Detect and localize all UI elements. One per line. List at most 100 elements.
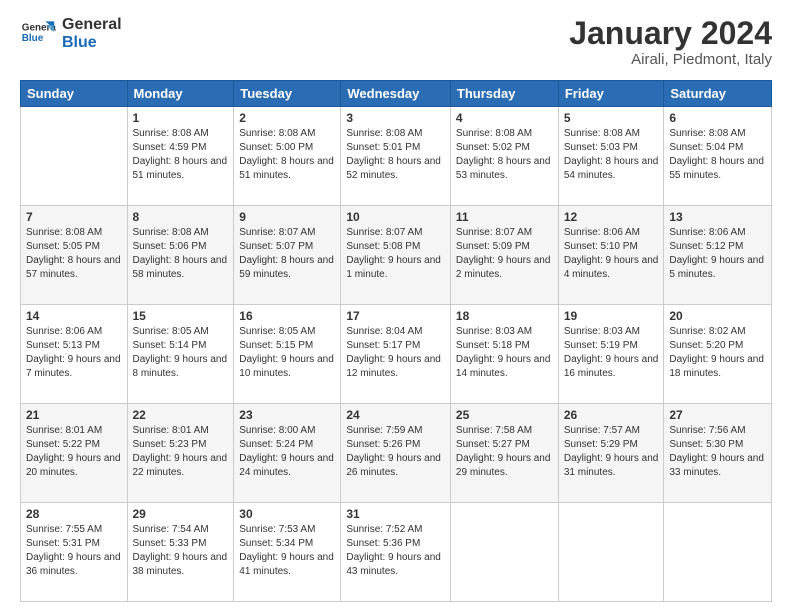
day-number: 31 xyxy=(346,507,445,521)
day-info: Sunrise: 8:08 AM Sunset: 5:05 PM Dayligh… xyxy=(26,226,122,282)
day-info: Sunrise: 8:05 AM Sunset: 5:15 PM Dayligh… xyxy=(239,325,335,381)
day-number: 12 xyxy=(564,210,659,224)
day-info: Sunrise: 7:55 AM Sunset: 5:31 PM Dayligh… xyxy=(26,523,122,579)
day-info: Sunrise: 8:08 AM Sunset: 5:06 PM Dayligh… xyxy=(133,226,229,282)
calendar-cell: 6 Sunrise: 8:08 AM Sunset: 5:04 PM Daylig… xyxy=(664,107,772,206)
day-number: 8 xyxy=(133,210,229,224)
day-info: Sunrise: 8:03 AM Sunset: 5:18 PM Dayligh… xyxy=(456,325,553,381)
calendar-cell: 28 Sunrise: 7:55 AM Sunset: 5:31 PM Dayli… xyxy=(21,503,128,602)
calendar-cell: 27 Sunrise: 7:56 AM Sunset: 5:30 PM Dayli… xyxy=(664,404,772,503)
day-number: 3 xyxy=(346,111,445,125)
calendar-cell: 4 Sunrise: 8:08 AM Sunset: 5:02 PM Daylig… xyxy=(450,107,558,206)
day-number: 10 xyxy=(346,210,445,224)
day-info: Sunrise: 8:01 AM Sunset: 5:22 PM Dayligh… xyxy=(26,424,122,480)
day-info: Sunrise: 8:01 AM Sunset: 5:23 PM Dayligh… xyxy=(133,424,229,480)
day-number: 29 xyxy=(133,507,229,521)
day-info: Sunrise: 8:00 AM Sunset: 5:24 PM Dayligh… xyxy=(239,424,335,480)
day-info: Sunrise: 8:08 AM Sunset: 5:03 PM Dayligh… xyxy=(564,127,659,183)
day-info: Sunrise: 8:06 AM Sunset: 5:12 PM Dayligh… xyxy=(669,226,766,282)
day-info: Sunrise: 7:53 AM Sunset: 5:34 PM Dayligh… xyxy=(239,523,335,579)
day-number: 19 xyxy=(564,309,659,323)
day-info: Sunrise: 8:08 AM Sunset: 5:04 PM Dayligh… xyxy=(669,127,766,183)
day-number: 20 xyxy=(669,309,766,323)
day-info: Sunrise: 8:06 AM Sunset: 5:13 PM Dayligh… xyxy=(26,325,122,381)
location-subtitle: Airali, Piedmont, Italy xyxy=(569,51,772,68)
calendar-cell: 26Sunrise: 7:57 AM Sunset: 5:29 PM Dayli… xyxy=(558,404,664,503)
day-info: Sunrise: 8:04 AM Sunset: 5:17 PM Dayligh… xyxy=(346,325,445,381)
calendar-week-5: 28 Sunrise: 7:55 AM Sunset: 5:31 PM Dayli… xyxy=(21,503,772,602)
day-info: Sunrise: 8:08 AM Sunset: 5:01 PM Dayligh… xyxy=(346,127,445,183)
day-info: Sunrise: 7:56 AM Sunset: 5:30 PM Dayligh… xyxy=(669,424,766,480)
day-info: Sunrise: 7:58 AM Sunset: 5:27 PM Dayligh… xyxy=(456,424,553,480)
day-info: Sunrise: 8:07 AM Sunset: 5:08 PM Dayligh… xyxy=(346,226,445,282)
day-info: Sunrise: 8:07 AM Sunset: 5:09 PM Dayligh… xyxy=(456,226,553,282)
day-info: Sunrise: 8:08 AM Sunset: 5:02 PM Dayligh… xyxy=(456,127,553,183)
day-number: 26 xyxy=(564,408,659,422)
day-number: 24 xyxy=(346,408,445,422)
day-info: Sunrise: 8:05 AM Sunset: 5:14 PM Dayligh… xyxy=(133,325,229,381)
day-number: 2 xyxy=(239,111,335,125)
day-number: 9 xyxy=(239,210,335,224)
calendar-cell: 30Sunrise: 7:53 AM Sunset: 5:34 PM Dayli… xyxy=(234,503,341,602)
calendar-cell: 7 Sunrise: 8:08 AM Sunset: 5:05 PM Daylig… xyxy=(21,206,128,305)
month-title: January 2024 xyxy=(569,16,772,51)
calendar-cell: 14Sunrise: 8:06 AM Sunset: 5:13 PM Dayli… xyxy=(21,305,128,404)
calendar-cell: 11 Sunrise: 8:07 AM Sunset: 5:09 PM Dayli… xyxy=(450,206,558,305)
logo-general-text: General xyxy=(62,16,122,34)
col-header-sunday: Sunday xyxy=(21,81,128,107)
day-number: 7 xyxy=(26,210,122,224)
calendar-cell: 12Sunrise: 8:06 AM Sunset: 5:10 PM Dayli… xyxy=(558,206,664,305)
calendar-cell xyxy=(664,503,772,602)
day-number: 18 xyxy=(456,309,553,323)
calendar-cell: 29Sunrise: 7:54 AM Sunset: 5:33 PM Dayli… xyxy=(127,503,234,602)
calendar-cell xyxy=(21,107,128,206)
calendar-table: SundayMondayTuesdayWednesdayThursdayFrid… xyxy=(20,80,772,602)
page: General Blue General Blue January 2024 A… xyxy=(0,0,792,612)
calendar-week-1: 1 Sunrise: 8:08 AM Sunset: 4:59 PM Daylig… xyxy=(21,107,772,206)
day-number: 25 xyxy=(456,408,553,422)
day-number: 4 xyxy=(456,111,553,125)
calendar-cell: 8 Sunrise: 8:08 AM Sunset: 5:06 PM Daylig… xyxy=(127,206,234,305)
day-number: 28 xyxy=(26,507,122,521)
col-header-monday: Monday xyxy=(127,81,234,107)
day-number: 27 xyxy=(669,408,766,422)
calendar-cell: 24 Sunrise: 7:59 AM Sunset: 5:26 PM Dayli… xyxy=(341,404,451,503)
calendar-cell: 2 Sunrise: 8:08 AM Sunset: 5:00 PM Daylig… xyxy=(234,107,341,206)
day-number: 15 xyxy=(133,309,229,323)
calendar-week-3: 14Sunrise: 8:06 AM Sunset: 5:13 PM Dayli… xyxy=(21,305,772,404)
day-number: 17 xyxy=(346,309,445,323)
col-header-tuesday: Tuesday xyxy=(234,81,341,107)
day-info: Sunrise: 8:07 AM Sunset: 5:07 PM Dayligh… xyxy=(239,226,335,282)
header: General Blue General Blue January 2024 A… xyxy=(20,16,772,68)
calendar-cell: 22 Sunrise: 8:01 AM Sunset: 5:23 PM Dayli… xyxy=(127,404,234,503)
day-number: 5 xyxy=(564,111,659,125)
day-number: 13 xyxy=(669,210,766,224)
day-info: Sunrise: 7:52 AM Sunset: 5:36 PM Dayligh… xyxy=(346,523,445,579)
calendar-cell: 21 Sunrise: 8:01 AM Sunset: 5:22 PM Dayli… xyxy=(21,404,128,503)
calendar-cell: 17 Sunrise: 8:04 AM Sunset: 5:17 PM Dayli… xyxy=(341,305,451,404)
day-number: 21 xyxy=(26,408,122,422)
calendar-cell xyxy=(450,503,558,602)
col-header-friday: Friday xyxy=(558,81,664,107)
day-number: 23 xyxy=(239,408,335,422)
svg-text:Blue: Blue xyxy=(22,33,44,44)
logo-blue-text: Blue xyxy=(62,34,122,52)
day-info: Sunrise: 7:59 AM Sunset: 5:26 PM Dayligh… xyxy=(346,424,445,480)
calendar-cell: 10 Sunrise: 8:07 AM Sunset: 5:08 PM Dayli… xyxy=(341,206,451,305)
day-info: Sunrise: 8:08 AM Sunset: 5:00 PM Dayligh… xyxy=(239,127,335,183)
calendar-cell: 9 Sunrise: 8:07 AM Sunset: 5:07 PM Daylig… xyxy=(234,206,341,305)
col-header-wednesday: Wednesday xyxy=(341,81,451,107)
calendar-week-2: 7 Sunrise: 8:08 AM Sunset: 5:05 PM Daylig… xyxy=(21,206,772,305)
day-number: 1 xyxy=(133,111,229,125)
day-number: 6 xyxy=(669,111,766,125)
calendar-cell: 20Sunrise: 8:02 AM Sunset: 5:20 PM Dayli… xyxy=(664,305,772,404)
calendar-cell: 5 Sunrise: 8:08 AM Sunset: 5:03 PM Daylig… xyxy=(558,107,664,206)
day-number: 22 xyxy=(133,408,229,422)
day-number: 11 xyxy=(456,210,553,224)
calendar-cell: 31 Sunrise: 7:52 AM Sunset: 5:36 PM Dayli… xyxy=(341,503,451,602)
calendar-header-row: SundayMondayTuesdayWednesdayThursdayFrid… xyxy=(21,81,772,107)
logo-icon: General Blue xyxy=(20,16,56,52)
logo: General Blue General Blue xyxy=(20,16,122,52)
day-info: Sunrise: 8:08 AM Sunset: 4:59 PM Dayligh… xyxy=(133,127,229,183)
calendar-cell xyxy=(558,503,664,602)
